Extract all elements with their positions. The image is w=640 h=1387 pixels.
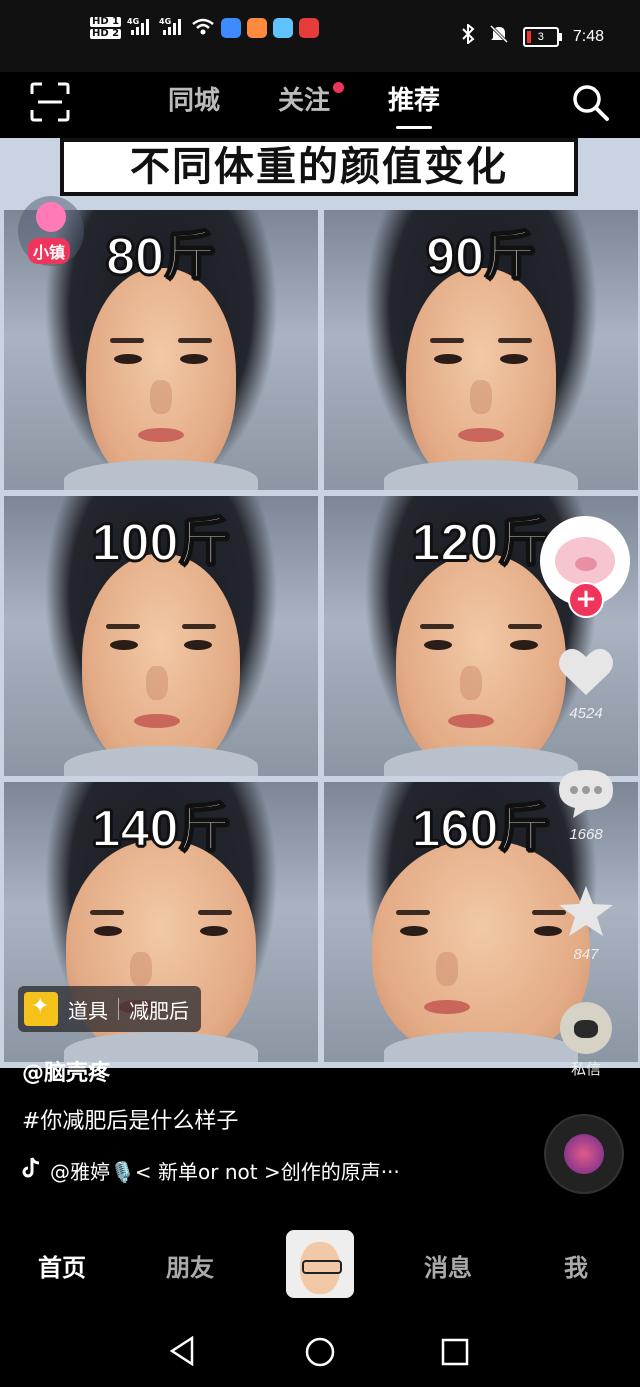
- book-app-icon: [299, 17, 320, 38]
- carousel-icon: [36, 202, 66, 232]
- home-icon[interactable]: [304, 1336, 336, 1372]
- system-navigation: [0, 1312, 640, 1387]
- favorite-button[interactable]: 847: [556, 884, 616, 963]
- weight-label: 90斤: [425, 227, 537, 287]
- pig-avatar-icon: [555, 537, 615, 585]
- recents-icon[interactable]: [440, 1337, 470, 1371]
- weight-comparison-grid: 80斤 90斤 100斤 120斤 140斤 160斤: [4, 210, 638, 1064]
- music-info[interactable]: @雅婷🎙️< 新单or not >创作的原声···: [22, 1156, 400, 1185]
- town-badge[interactable]: 小镇: [18, 196, 84, 266]
- top-navigation: 同城 关注 推荐: [0, 72, 640, 132]
- face-panel: 100斤: [4, 496, 318, 776]
- weight-label: 100斤: [91, 513, 232, 573]
- divider: [118, 998, 119, 1020]
- star-icon: [557, 886, 615, 942]
- sparkle-icon: [24, 992, 58, 1026]
- nav-me[interactable]: 我: [564, 1248, 588, 1283]
- music-disc[interactable]: [546, 1116, 622, 1192]
- video-app-icon: [247, 17, 268, 38]
- favorite-count: 847: [573, 946, 599, 963]
- nav-home[interactable]: 首页: [38, 1248, 86, 1283]
- wifi-icon: [191, 16, 215, 39]
- hashtag[interactable]: #你减肥后是什么样子: [22, 1103, 238, 1135]
- tab-following-label: 关注: [278, 86, 331, 116]
- heart-icon: [557, 648, 615, 701]
- tab-recommended-label: 推荐: [388, 86, 441, 116]
- video-banner-title: 不同体重的颜值变化: [60, 138, 578, 196]
- comment-icon: [557, 770, 615, 822]
- tab-local[interactable]: 同城: [168, 80, 220, 117]
- bottom-navigation: 首页 朋友 消息 我: [0, 1222, 640, 1312]
- tab-local-label: 同城: [168, 86, 221, 116]
- author-handle[interactable]: @脑壳疼: [22, 1055, 110, 1087]
- sim2-label: HD 2: [90, 27, 122, 39]
- like-count: 4524: [569, 705, 603, 722]
- status-right: 3 7:48: [461, 22, 604, 49]
- store-app-icon: [273, 17, 294, 38]
- status-left: HD 1 HD 2 4G 4G: [90, 15, 320, 39]
- weight-label: 140斤: [91, 799, 232, 859]
- comment-count: 1668: [569, 826, 603, 843]
- face-panel: 90斤: [324, 210, 638, 490]
- battery-icon: 3: [522, 26, 562, 47]
- signal-icon-2: 4G: [159, 16, 185, 39]
- music-text: @雅婷🎙️< 新单or not >创作的原声···: [50, 1160, 400, 1184]
- create-button[interactable]: [286, 1230, 354, 1298]
- tab-recommended[interactable]: 推荐: [388, 80, 441, 129]
- sim1-label: HD 1: [90, 15, 122, 27]
- back-icon[interactable]: [168, 1335, 196, 1370]
- notification-dot: [333, 82, 345, 93]
- direct-message-button[interactable]: 私信: [556, 1002, 616, 1079]
- dm-label: 私信: [570, 1061, 601, 1078]
- comment-button[interactable]: 1668: [556, 766, 616, 843]
- net2-label: 4G: [159, 17, 171, 26]
- scan-icon[interactable]: [30, 82, 70, 122]
- tab-following[interactable]: 关注: [278, 80, 345, 117]
- prop-name: 减肥后: [129, 998, 189, 1023]
- video-player[interactable]: 不同体重的颜值变化 80斤 90斤 100斤 120斤 140斤 160斤: [0, 138, 640, 1068]
- signal-icon: 4G: [127, 16, 153, 39]
- search-icon[interactable]: [570, 82, 610, 122]
- feed-tabs: 同城 关注 推荐: [168, 80, 441, 129]
- dm-avatar: [560, 1002, 612, 1054]
- bluetooth-icon: [461, 22, 475, 49]
- prop-label: 道具: [68, 998, 108, 1023]
- town-badge-label: 小镇: [28, 238, 71, 264]
- nav-friends[interactable]: 朋友: [166, 1248, 214, 1283]
- net1-label: 4G: [127, 17, 139, 26]
- effect-prop-pill[interactable]: 道具 减肥后: [18, 986, 201, 1032]
- mute-bell-icon: [489, 24, 509, 49]
- tiktok-note-icon: [22, 1157, 40, 1184]
- status-time: 7:48: [572, 27, 604, 45]
- follow-button[interactable]: +: [568, 582, 604, 618]
- cloud-app-icon: [221, 17, 242, 38]
- nav-messages[interactable]: 消息: [424, 1248, 472, 1283]
- status-bar: HD 1 HD 2 4G 4G 3 7:48: [0, 0, 640, 72]
- like-button[interactable]: 4524: [556, 645, 616, 722]
- sim-indicators: HD 1 HD 2: [90, 15, 122, 39]
